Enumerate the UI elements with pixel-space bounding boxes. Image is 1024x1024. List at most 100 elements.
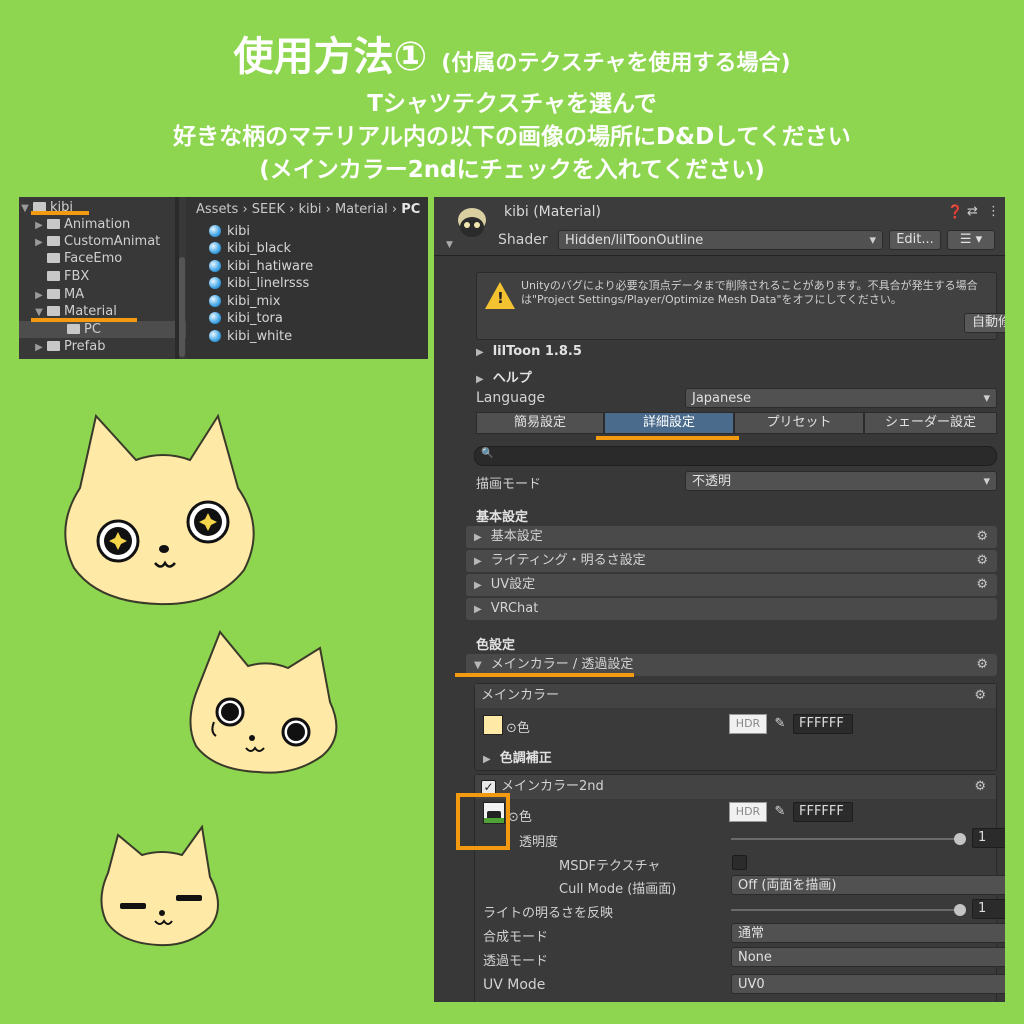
light-field[interactable]: 1 [972, 899, 1005, 919]
warning-text: Unityのバグにより必要な頂点データまで削除されることがあります。不具合が発生… [521, 279, 978, 306]
more-menu-icon[interactable]: ⋮ [987, 204, 1000, 219]
file-item-kibi-mix[interactable]: kibi_mix [209, 293, 280, 310]
tab-preset[interactable]: プリセット [734, 412, 864, 434]
opacity-field[interactable]: 1 [972, 828, 1005, 848]
instruction-line-3: (メインカラー2ndにチェックを入れてください) [259, 157, 765, 183]
alpha-mode-dropdown[interactable]: None [731, 947, 1005, 967]
page-title: 使用方法① (付属のテクスチャを使用する場合) [0, 24, 1024, 82]
file-list-pane: Assets › SEEK › kibi › Material › PC kib… [186, 197, 428, 359]
eyedropper-icon[interactable]: ✎ [771, 715, 789, 733]
version-foldout[interactable]: ▶ lilToon 1.8.5 [476, 344, 582, 359]
tree-label: FaceEmo [64, 251, 123, 266]
main-texture-slot[interactable] [483, 715, 503, 735]
auto-fix-button[interactable]: 自動修正 [964, 313, 1005, 333]
fold-vrchat[interactable]: ▶ VRChat [466, 598, 997, 620]
color-adjust-foldout[interactable]: ▶ 色調補正 [483, 747, 552, 766]
chevron-right-icon: ▶ [35, 342, 43, 353]
blend-mode-dropdown[interactable]: 通常 [731, 923, 1005, 943]
tree-item-customanimat[interactable]: ▶ CustomAnimat [19, 233, 189, 250]
hex-field[interactable]: FFFFFF [793, 802, 853, 822]
preset-icon[interactable]: ⇄ [967, 204, 978, 219]
breadcrumb-item[interactable]: Assets [196, 202, 238, 217]
gear-icon[interactable]: ⚙ [974, 684, 986, 708]
chevron-right-icon: ▶ [474, 580, 482, 591]
tab-advanced[interactable]: 詳細設定 [604, 412, 734, 434]
fold-basic[interactable]: ▶ 基本設定 ⚙ [466, 526, 997, 548]
chevron-right-icon: ▶ [476, 347, 484, 358]
opacity-slider-handle[interactable] [954, 833, 966, 845]
file-item-kibi-white[interactable]: kibi_white [209, 328, 292, 345]
fold-label: 基本設定 [490, 529, 543, 544]
shader-dropdown[interactable]: Hidden/lilToonOutline [558, 230, 883, 250]
fold-lighting[interactable]: ▶ ライティング・明るさ設定 ⚙ [466, 550, 997, 572]
file-item-kibi-tora[interactable]: kibi_tora [209, 310, 283, 327]
light-slider-handle[interactable] [954, 904, 966, 916]
main-color-panel: メインカラー ⚙ ⊙色 HDR ✎ FFFFFF ▶ 色調補正 [474, 683, 997, 771]
cat-face-sparkle [64, 413, 255, 606]
light-slider[interactable] [731, 909, 961, 911]
render-mode-dropdown[interactable]: 不透明 [685, 471, 997, 491]
gear-icon[interactable]: ⚙ [976, 550, 988, 572]
fold-label: VRChat [490, 601, 539, 616]
list-options-button[interactable]: ☰ ▾ [947, 230, 995, 250]
foldout-arrow-icon[interactable]: ▼ [446, 240, 453, 250]
material-icon [209, 277, 221, 289]
edit-shader-button[interactable]: Edit... [889, 230, 941, 250]
gear-icon[interactable]: ⚙ [976, 654, 988, 676]
tree-item-ma[interactable]: ▶ MA [19, 286, 189, 303]
breadcrumb-item[interactable]: kibi [298, 202, 321, 217]
breadcrumb-item-current[interactable]: PC [401, 202, 420, 217]
blend-mode-label: 合成モード [483, 930, 549, 945]
chevron-right-icon: ▶ [474, 556, 482, 567]
breadcrumb-item[interactable]: Material [335, 202, 388, 217]
gear-icon[interactable]: ⚙ [974, 775, 986, 799]
tree-label: Prefab [64, 339, 106, 354]
gear-icon[interactable]: ⚙ [976, 526, 988, 548]
alpha-mode-label: 透過モード [483, 954, 549, 969]
chevron-right-icon: ▶ [474, 604, 482, 615]
file-item-kibi-hatiware[interactable]: kibi_hatiware [209, 258, 313, 275]
folder-tree: ▼ kibi ▶ Animation ▶ CustomAnimat FaceEmo F… [19, 197, 209, 359]
chevron-right-icon: ▶ [35, 237, 43, 248]
chevron-right-icon: ▶ [35, 290, 43, 301]
opacity-slider[interactable] [731, 838, 961, 840]
hdr-color-field[interactable]: HDR [729, 714, 767, 734]
language-dropdown[interactable]: Japanese [685, 388, 997, 408]
tab-shader-settings[interactable]: シェーダー設定 [864, 412, 997, 434]
hdr-color-field[interactable]: HDR [729, 802, 767, 822]
render-mode-label: 描画モード [476, 477, 542, 492]
tree-scrollbar[interactable] [179, 257, 185, 357]
highlight-kibi [31, 211, 89, 215]
uv-mode-dropdown[interactable]: UV0 [731, 974, 1005, 994]
gear-icon[interactable]: ⚙ [976, 574, 988, 596]
cull-mode-dropdown[interactable]: Off (両面を描画) [731, 875, 1005, 895]
file-label: kibi_hatiware [227, 259, 314, 274]
folder-icon [47, 271, 60, 281]
material-inspector: ▼ kibi (Material) ❓ ⇄ ⋮ Shader Hidden/li… [434, 197, 1005, 1002]
breadcrumb: Assets › SEEK › kibi › Material › PC [196, 202, 421, 217]
tree-item-prefab[interactable]: ▶ Prefab [19, 338, 189, 355]
hex-field[interactable]: FFFFFF [793, 714, 853, 734]
folder-icon [67, 324, 80, 334]
tree-label: PC [84, 322, 101, 337]
file-item-kibi-linelrsss[interactable]: kibi_linelrsss [209, 275, 309, 292]
tree-label: MA [64, 287, 85, 302]
tree-item-faceemo[interactable]: FaceEmo [19, 250, 189, 267]
file-item-kibi[interactable]: kibi [209, 223, 250, 240]
fold-uv[interactable]: ▶ UV設定 ⚙ [466, 574, 997, 596]
msdf-checkbox[interactable] [732, 855, 747, 870]
help-foldout[interactable]: ▶ ヘルプ [476, 367, 532, 386]
file-label: kibi [227, 224, 251, 239]
search-input[interactable]: 🔍 [474, 446, 997, 466]
tree-item-animation[interactable]: ▶ Animation [19, 216, 189, 233]
file-item-kibi-black[interactable]: kibi_black [209, 240, 291, 257]
folder-icon [47, 341, 60, 351]
panel-title: メインカラー [481, 688, 560, 703]
fold-label: 色調補正 [499, 751, 552, 766]
eyedropper-icon[interactable]: ✎ [771, 803, 789, 821]
tree-item-fbx[interactable]: FBX [19, 268, 189, 285]
breadcrumb-item[interactable]: SEEK [252, 202, 285, 217]
help-icon[interactable]: ❓ [947, 205, 963, 220]
tab-simple[interactable]: 簡易設定 [476, 412, 604, 434]
version-label: lilToon 1.8.5 [492, 344, 582, 359]
